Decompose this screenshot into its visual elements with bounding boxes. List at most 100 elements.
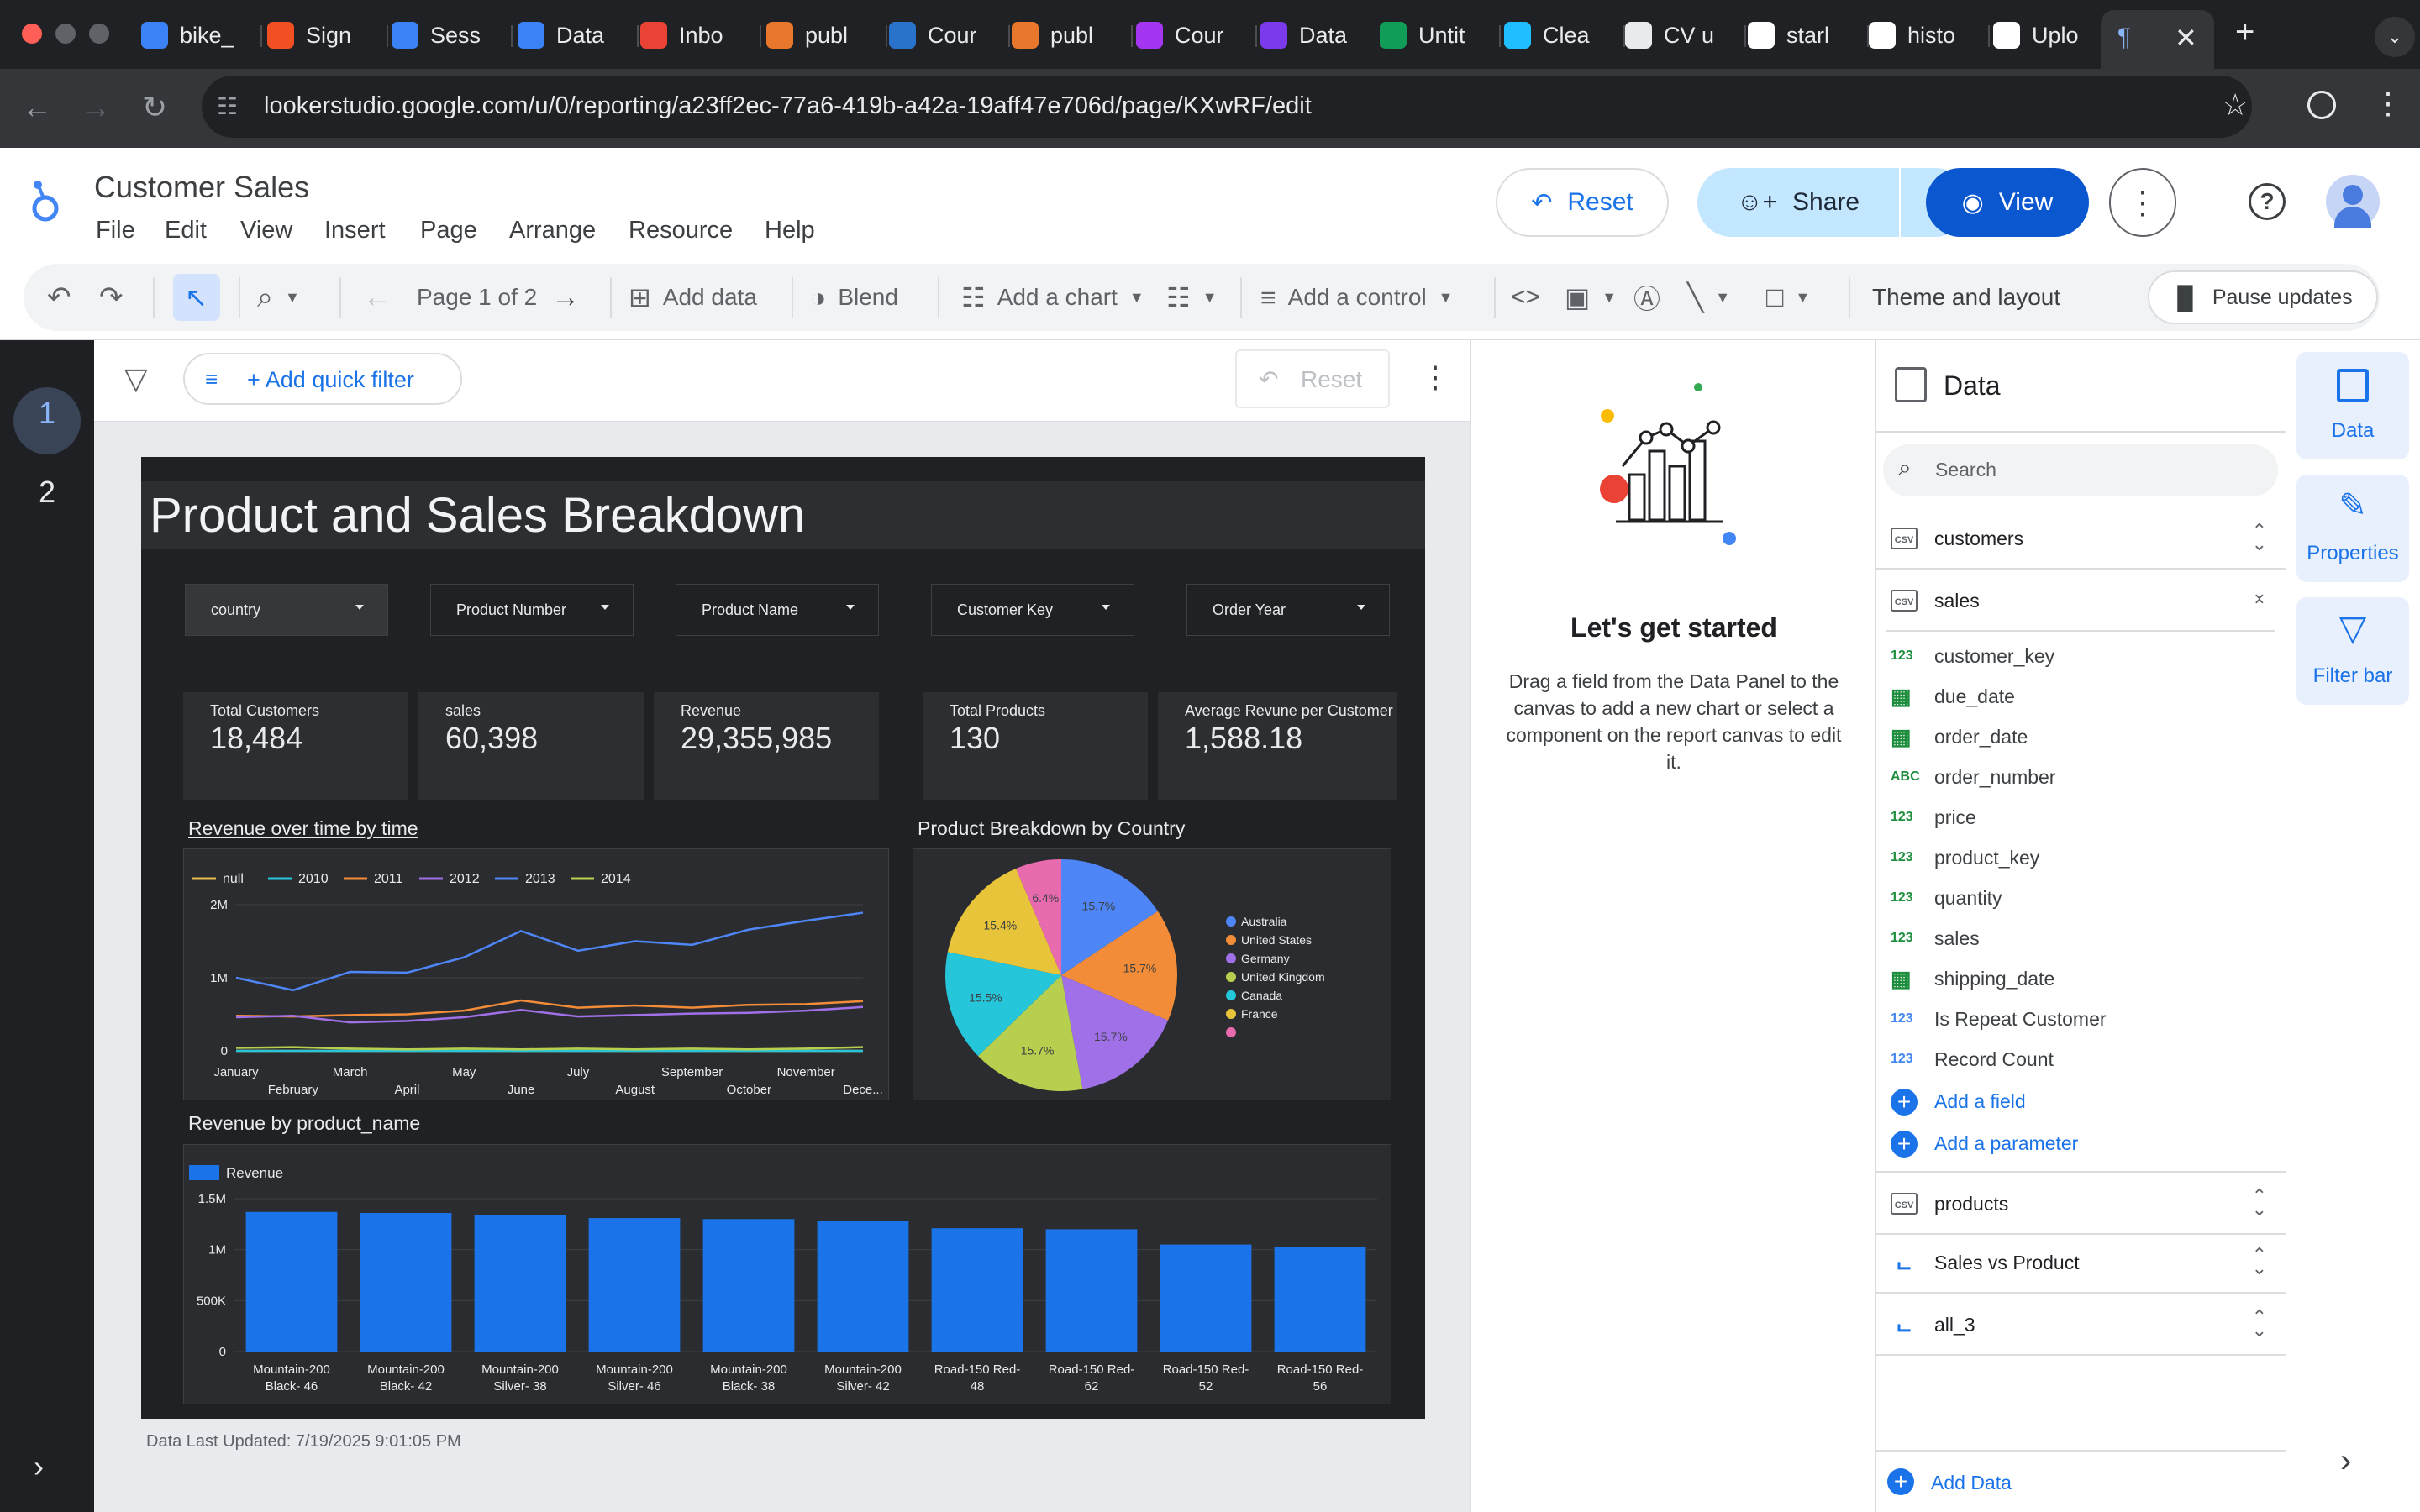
pie-chart-panel[interactable]: 15.7% 15.7% 15.7% 15.7% 15.5% 15.4% 6.4% Austra…	[913, 848, 1392, 1100]
field-item[interactable]: 123 sales	[1891, 918, 1980, 958]
browser-tab[interactable]: Data	[518, 12, 618, 59]
add-parameter-link[interactable]: Add a parameter	[1934, 1132, 2078, 1155]
field-item[interactable]: 123 customer_key	[1891, 636, 2054, 676]
field-item[interactable]: 123 quantity	[1891, 878, 2002, 918]
kpi-scorecard[interactable]: Total Customers 18,484	[183, 692, 408, 800]
expand-pages-icon[interactable]: ›	[34, 1449, 44, 1484]
menu-help[interactable]: Help	[765, 217, 815, 244]
filter-control[interactable]: Customer Key	[931, 584, 1134, 636]
reset-button[interactable]: ↶ Reset	[1496, 168, 1669, 237]
page-2-item[interactable]: 2	[0, 475, 94, 510]
browser-tab[interactable]: Sign	[267, 12, 368, 59]
add-control-button[interactable]: ≡ Add a control ▼	[1260, 279, 1454, 316]
menu-arrange[interactable]: Arrange	[509, 217, 596, 244]
browser-tab[interactable]: CV u	[1625, 12, 1726, 59]
menu-edit[interactable]: Edit	[165, 217, 207, 244]
collapse-icon[interactable]: ⌄ ⌃	[2252, 584, 2267, 616]
browser-tab[interactable]: histo	[1869, 12, 1970, 59]
line-tool-icon[interactable]: ╲ ▼	[1687, 279, 1730, 316]
kpi-scorecard[interactable]: sales 60,398	[418, 692, 644, 800]
kpi-scorecard[interactable]: Average Revune per Customer 1,588.18	[1158, 692, 1397, 800]
theme-and-layout-button[interactable]: Theme and layout	[1872, 279, 2060, 316]
expand-icon[interactable]: ⌃ ⌄	[2252, 1308, 2267, 1340]
maximize-window-icon[interactable]	[89, 24, 109, 44]
zoom-icon[interactable]: ⌕ ▼	[257, 279, 300, 316]
browser-tab[interactable]: Sess	[392, 12, 492, 59]
add-chart-button[interactable]: ☷ Add a chart ▼	[961, 279, 1144, 316]
field-item[interactable]: ▦ shipping_date	[1891, 958, 2054, 999]
tab-filter-bar[interactable]: ▽ Filter bar	[2296, 597, 2409, 705]
profile-icon[interactable]	[2307, 91, 2336, 119]
looker-studio-logo-icon[interactable]	[30, 176, 59, 223]
add-quick-filter-button[interactable]: ≡ + Add quick filter	[183, 353, 462, 405]
browser-tab[interactable]: publ	[1012, 12, 1113, 59]
filter-control[interactable]: Order Year	[1186, 584, 1390, 636]
browser-tab[interactable]: Cour	[1136, 12, 1237, 59]
data-source-all-3[interactable]: ⨽ all_3 ⌃ ⌄	[1876, 1295, 2286, 1356]
field-item[interactable]: 123 Record Count	[1891, 1039, 2054, 1079]
tab-properties[interactable]: ✎ Properties	[2296, 475, 2409, 582]
embed-code-icon[interactable]: <>	[1511, 279, 1540, 316]
browser-tab[interactable]: publ	[766, 12, 867, 59]
browser-tab[interactable]: Clea	[1504, 12, 1605, 59]
site-settings-icon[interactable]: ☷	[217, 92, 244, 119]
browser-tab[interactable]: bike_	[141, 12, 242, 59]
browser-tab[interactable]: Data	[1260, 12, 1361, 59]
tab-search-icon[interactable]: ⌄	[2375, 17, 2415, 57]
avatar[interactable]	[2326, 175, 2380, 228]
data-source-sales[interactable]: CSV sales ⌄ ⌃	[1876, 571, 2286, 632]
add-data-link[interactable]: Add Data	[1931, 1472, 2012, 1494]
field-item[interactable]: ABC order_number	[1891, 757, 2055, 797]
field-item[interactable]: ▦ order_date	[1891, 717, 2028, 757]
field-item[interactable]: 123 price	[1891, 797, 1976, 837]
report-title[interactable]: Customer Sales	[94, 170, 309, 205]
new-tab-icon[interactable]: +	[2235, 13, 2254, 51]
data-source-products[interactable]: CSV products ⌃ ⌄	[1876, 1171, 2286, 1235]
filter-control[interactable]: Product Name	[676, 584, 879, 636]
menu-resource[interactable]: Resource	[629, 217, 733, 244]
expand-icon[interactable]: ⌃ ⌄	[2252, 522, 2267, 554]
bar-chart-panel[interactable]: Revenue 0 500K 1M 1.5M Mountain-200 Black- 46 M…	[183, 1144, 1392, 1404]
bookmark-star-icon[interactable]: ☆	[2222, 87, 2249, 123]
back-icon[interactable]: ←	[17, 87, 57, 128]
tab-data[interactable]: Data	[2296, 352, 2409, 459]
expand-icon[interactable]: ⌃ ⌄	[2252, 1187, 2267, 1219]
browser-tab[interactable]: starl	[1748, 12, 1849, 59]
filter-icon[interactable]: ▽	[124, 361, 148, 396]
data-source-sales-vs-product[interactable]: ⨽ Sales vs Product ⌃ ⌄	[1876, 1233, 2286, 1294]
view-button[interactable]: ◉ View	[1926, 168, 2089, 237]
url-text[interactable]: lookerstudio.google.com/u/0/reporting/a2…	[264, 92, 1312, 120]
reload-icon[interactable]: ↻	[134, 87, 175, 128]
blend-button[interactable]: ◑ Blend	[810, 279, 898, 316]
filter-reset-button[interactable]: ↶ Reset	[1235, 349, 1390, 408]
active-tab[interactable]: ¶ ✕	[2101, 10, 2214, 69]
menu-page[interactable]: Page	[420, 217, 477, 244]
data-source-customers[interactable]: CSV customers ⌃ ⌄	[1876, 509, 2286, 570]
add-field-link[interactable]: Add a field	[1934, 1090, 2026, 1113]
add-data-button[interactable]: ⊞ Add data	[629, 279, 757, 316]
data-search-input[interactable]: ⌕ Search	[1883, 444, 2278, 496]
close-window-icon[interactable]	[22, 24, 42, 44]
menu-file[interactable]: File	[96, 217, 135, 244]
shape-icon[interactable]: □ ▼	[1766, 279, 1810, 316]
line-chart-panel[interactable]: 0 1M 2M January February March April May June Jul…	[183, 848, 889, 1100]
filter-more-icon[interactable]: ⋮	[1420, 360, 1450, 395]
close-tab-icon[interactable]: ✕	[2175, 22, 2197, 54]
kpi-scorecard[interactable]: Total Products 130	[923, 692, 1148, 800]
menu-insert[interactable]: Insert	[324, 217, 386, 244]
menu-view[interactable]: View	[240, 217, 292, 244]
next-page-icon[interactable]: →	[551, 279, 580, 316]
forward-icon[interactable]: →	[76, 87, 116, 128]
kpi-scorecard[interactable]: Revenue 29,355,985	[654, 692, 879, 800]
minimize-window-icon[interactable]	[55, 24, 76, 44]
more-options-icon[interactable]: ⋮	[2109, 168, 2176, 237]
browser-tab[interactable]: Cour	[889, 12, 990, 59]
community-viz-icon[interactable]: ☷ ▼	[1166, 279, 1218, 316]
help-icon[interactable]: ?	[2249, 183, 2286, 220]
undo-icon[interactable]: ↶	[47, 279, 71, 316]
image-icon[interactable]: ▣ ▼	[1565, 279, 1617, 316]
browser-menu-icon[interactable]: ⋮	[2373, 86, 2403, 121]
browser-tab[interactable]: Inbo	[640, 12, 741, 59]
redo-icon[interactable]: ↷	[99, 279, 124, 316]
share-button[interactable]: ☺+ Share	[1697, 168, 1899, 237]
